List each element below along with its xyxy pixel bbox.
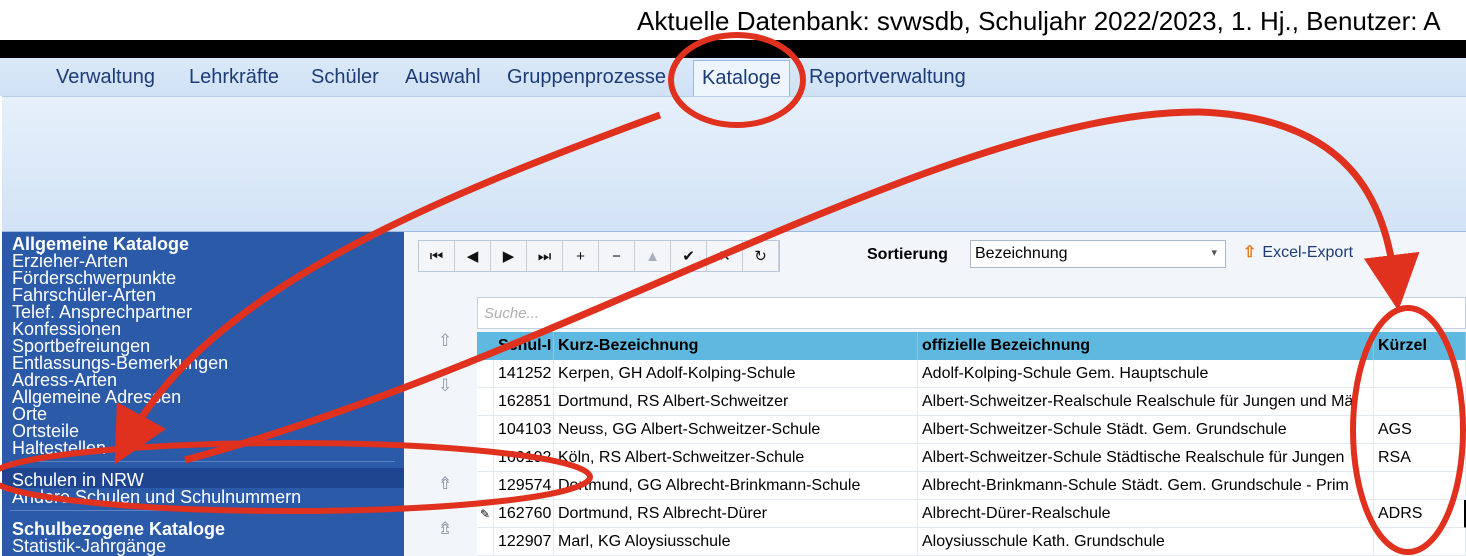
first-record-button[interactable]: ⏮ — [419, 241, 455, 271]
excel-export-button[interactable]: ⇧ Excel-Export — [1243, 242, 1353, 262]
menu-lehrkraefte[interactable]: Lehrkräfte — [189, 66, 279, 89]
title-bar: Aktuelle Datenbank: svwsdb, Schuljahr 20… — [0, 0, 1466, 40]
cell-offizielle-bezeichnung[interactable]: Albert-Schweitzer-Realschule Realschule … — [918, 388, 1374, 416]
sidebar: Allgemeine Kataloge Erzieher-Arten Förde… — [2, 232, 404, 556]
menu-bar: Verwaltung Lehrkräfte Schüler Auswahl Gr… — [0, 58, 1466, 96]
table-row[interactable]: 162851 Dortmund, RS Albert-Schweitzer Al… — [477, 388, 1466, 416]
cell-kurz-bezeichnung[interactable]: Kerpen, GH Adolf-Kolping-Schule — [554, 360, 918, 388]
sidebar-item-haltestellen[interactable]: Haltestellen — [12, 439, 106, 457]
cell-kuerzel[interactable]: RSA — [1374, 444, 1466, 472]
cell-schul-id[interactable]: 104103 — [494, 416, 554, 444]
row-indicator — [477, 416, 494, 444]
sidebar-item-statistik-jahrgaenge[interactable]: Statistik-Jahrgänge — [12, 537, 166, 555]
chevron-down-icon: ▾ — [1211, 247, 1217, 259]
cell-offizielle-bezeichnung[interactable]: Aloysiusschule Kath. Grundschule — [918, 528, 1374, 556]
cell-kuerzel-editing[interactable]: ADRS — [1374, 500, 1466, 528]
cell-kuerzel[interactable]: AGS — [1374, 416, 1466, 444]
menu-kataloge[interactable]: Kataloge — [693, 60, 790, 96]
edit-record-button[interactable]: ▲ — [635, 241, 671, 271]
cell-offizielle-bezeichnung[interactable]: Albert-Schweitzer-Schule Städtische Real… — [918, 444, 1374, 472]
row-indicator — [477, 444, 494, 472]
refresh-button[interactable]: ↻ — [743, 241, 779, 271]
table-row[interactable]: 122907 Marl, KG Aloysiusschule Aloysiuss… — [477, 528, 1466, 556]
excel-export-label: Excel-Export — [1262, 244, 1354, 261]
column-header-schul-id[interactable]: Schul-I — [494, 332, 554, 360]
sort-selected-value: Bezeichnung — [975, 245, 1068, 262]
navigation-toolbar: ⏮ ◀ ▶ ⏭ + − ▲ ✔ ✕ ↻ — [418, 240, 780, 272]
cell-schul-id[interactable]: 129574 — [494, 472, 554, 500]
table-row[interactable]: 129574 Dortmund, GG Albrecht-Brinkmann-S… — [477, 472, 1466, 500]
table-row[interactable]: 104103 Neuss, GG Albert-Schweitzer-Schul… — [477, 416, 1466, 444]
cell-offizielle-bezeichnung[interactable]: Adolf-Kolping-Schule Gem. Hauptschule — [918, 360, 1374, 388]
search-placeholder: Suche... — [484, 305, 540, 322]
column-header-kurz-bezeichnung[interactable]: Kurz-Bezeichnung — [554, 332, 918, 360]
move-bottom-icon[interactable]: ⇯ — [438, 519, 452, 539]
cell-kuerzel[interactable] — [1374, 388, 1466, 416]
move-down-icon[interactable]: ⇩ — [438, 376, 452, 396]
row-indicator — [477, 360, 494, 388]
confirm-button[interactable]: ✔ — [671, 241, 707, 271]
menu-reportverwaltung[interactable]: Reportverwaltung — [809, 66, 966, 89]
cell-kurz-bezeichnung[interactable]: Dortmund, RS Albert-Schweitzer — [554, 388, 918, 416]
cell-offizielle-bezeichnung[interactable]: Albrecht-Brinkmann-Schule Städt. Gem. Gr… — [918, 472, 1374, 500]
column-header-kuerzel[interactable]: Kürzel — [1374, 332, 1466, 360]
upload-arrow-icon: ⇧ — [1243, 244, 1257, 261]
cancel-button[interactable]: ✕ — [707, 241, 743, 271]
next-record-button[interactable]: ▶ — [491, 241, 527, 271]
black-strip — [0, 40, 1466, 58]
cell-offizielle-bezeichnung[interactable]: Albert-Schweitzer-Schule Städt. Gem. Gru… — [918, 416, 1374, 444]
cell-schul-id[interactable]: 160192 — [494, 444, 554, 472]
cell-kurz-bezeichnung[interactable]: Dortmund, GG Albrecht-Brinkmann-Schule — [554, 472, 918, 500]
menu-gruppenprozesse[interactable]: Gruppenprozesse — [507, 66, 666, 89]
cell-kurz-bezeichnung[interactable]: Neuss, GG Albert-Schweitzer-Schule — [554, 416, 918, 444]
previous-record-button[interactable]: ◀ — [455, 241, 491, 271]
cell-offizielle-bezeichnung[interactable]: Albrecht-Dürer-Realschule — [918, 500, 1374, 528]
sort-label: Sortierung — [867, 246, 948, 263]
cell-kurz-bezeichnung[interactable]: Marl, KG Aloysiusschule — [554, 528, 918, 556]
window-title: Aktuelle Datenbank: svwsdb, Schuljahr 20… — [637, 6, 1441, 36]
row-indicator — [477, 472, 494, 500]
sidebar-divider — [10, 510, 395, 511]
cell-kuerzel[interactable] — [1374, 360, 1466, 388]
table-row[interactable]: 160192 Köln, RS Albert-Schweitzer-Schule… — [477, 444, 1466, 472]
cell-schul-id[interactable]: 162851 — [494, 388, 554, 416]
header-indicator — [477, 332, 494, 360]
move-up-icon[interactable]: ⇧ — [438, 331, 452, 351]
sort-dropdown[interactable]: Bezeichnung ▾ — [970, 240, 1226, 268]
cell-schul-id[interactable]: 141252 — [494, 360, 554, 388]
menu-auswahl[interactable]: Auswahl — [405, 66, 481, 89]
menu-schueler[interactable]: Schüler — [311, 66, 379, 89]
ribbon-panel — [2, 96, 1466, 232]
pencil-icon: ✎ — [477, 500, 494, 528]
last-record-button[interactable]: ⏭ — [527, 241, 563, 271]
sidebar-divider — [10, 461, 395, 462]
sidebar-item-andere-schulen[interactable]: Andere Schulen und Schulnummern — [12, 488, 301, 506]
move-top-icon[interactable]: ⇮ — [438, 474, 452, 494]
table-header-row: Schul-I Kurz-Bezeichnung offizielle Beze… — [477, 332, 1466, 360]
cell-schul-id[interactable]: 162760 — [494, 500, 554, 528]
table-row-editing[interactable]: ✎ 162760 Dortmund, RS Albrecht-Dürer Alb… — [477, 500, 1466, 528]
menu-verwaltung[interactable]: Verwaltung — [56, 66, 155, 89]
cell-schul-id[interactable]: 122907 — [494, 528, 554, 556]
row-indicator — [477, 528, 494, 556]
column-header-offizielle-bezeichnung[interactable]: offizielle Bezeichnung — [918, 332, 1374, 360]
cell-kurz-bezeichnung[interactable]: Köln, RS Albert-Schweitzer-Schule — [554, 444, 918, 472]
cell-kurz-bezeichnung[interactable]: Dortmund, RS Albrecht-Dürer — [554, 500, 918, 528]
delete-record-button[interactable]: − — [599, 241, 635, 271]
cell-kuerzel[interactable] — [1374, 528, 1466, 556]
add-record-button[interactable]: + — [563, 241, 599, 271]
search-input[interactable]: Suche... — [477, 297, 1466, 329]
cell-kuerzel[interactable] — [1374, 472, 1466, 500]
row-indicator — [477, 388, 494, 416]
table-row[interactable]: 141252 Kerpen, GH Adolf-Kolping-Schule A… — [477, 360, 1466, 388]
